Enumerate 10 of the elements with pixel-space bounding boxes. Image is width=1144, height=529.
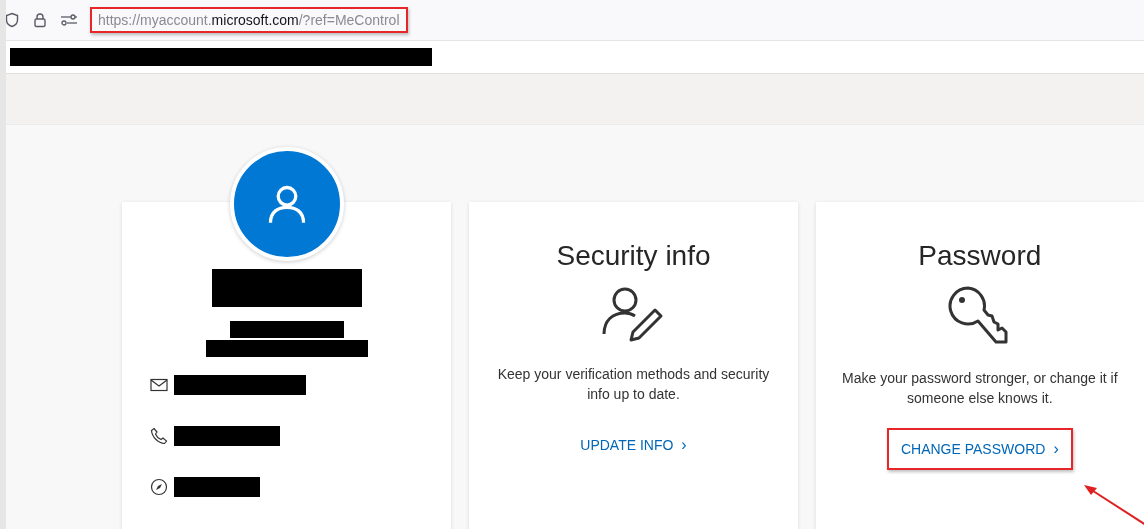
lock-icon[interactable] [32, 12, 48, 28]
card-link[interactable]: CHANGE PASSWORD › [886, 428, 1073, 470]
card-title: Security info [556, 240, 711, 272]
card-description: Keep your verification methods and security info up to date. [496, 365, 771, 404]
card-link[interactable]: UPDATE INFO › [566, 424, 701, 466]
permissions-icon[interactable] [60, 12, 78, 28]
card-description: Make your password stronger, or change it if someone else knows it. [841, 369, 1119, 408]
url-field[interactable]: https://myaccount.microsoft.com/?ref=MeControl [90, 7, 408, 33]
shield-icon[interactable] [6, 12, 20, 28]
card-title: Password [918, 240, 1042, 272]
